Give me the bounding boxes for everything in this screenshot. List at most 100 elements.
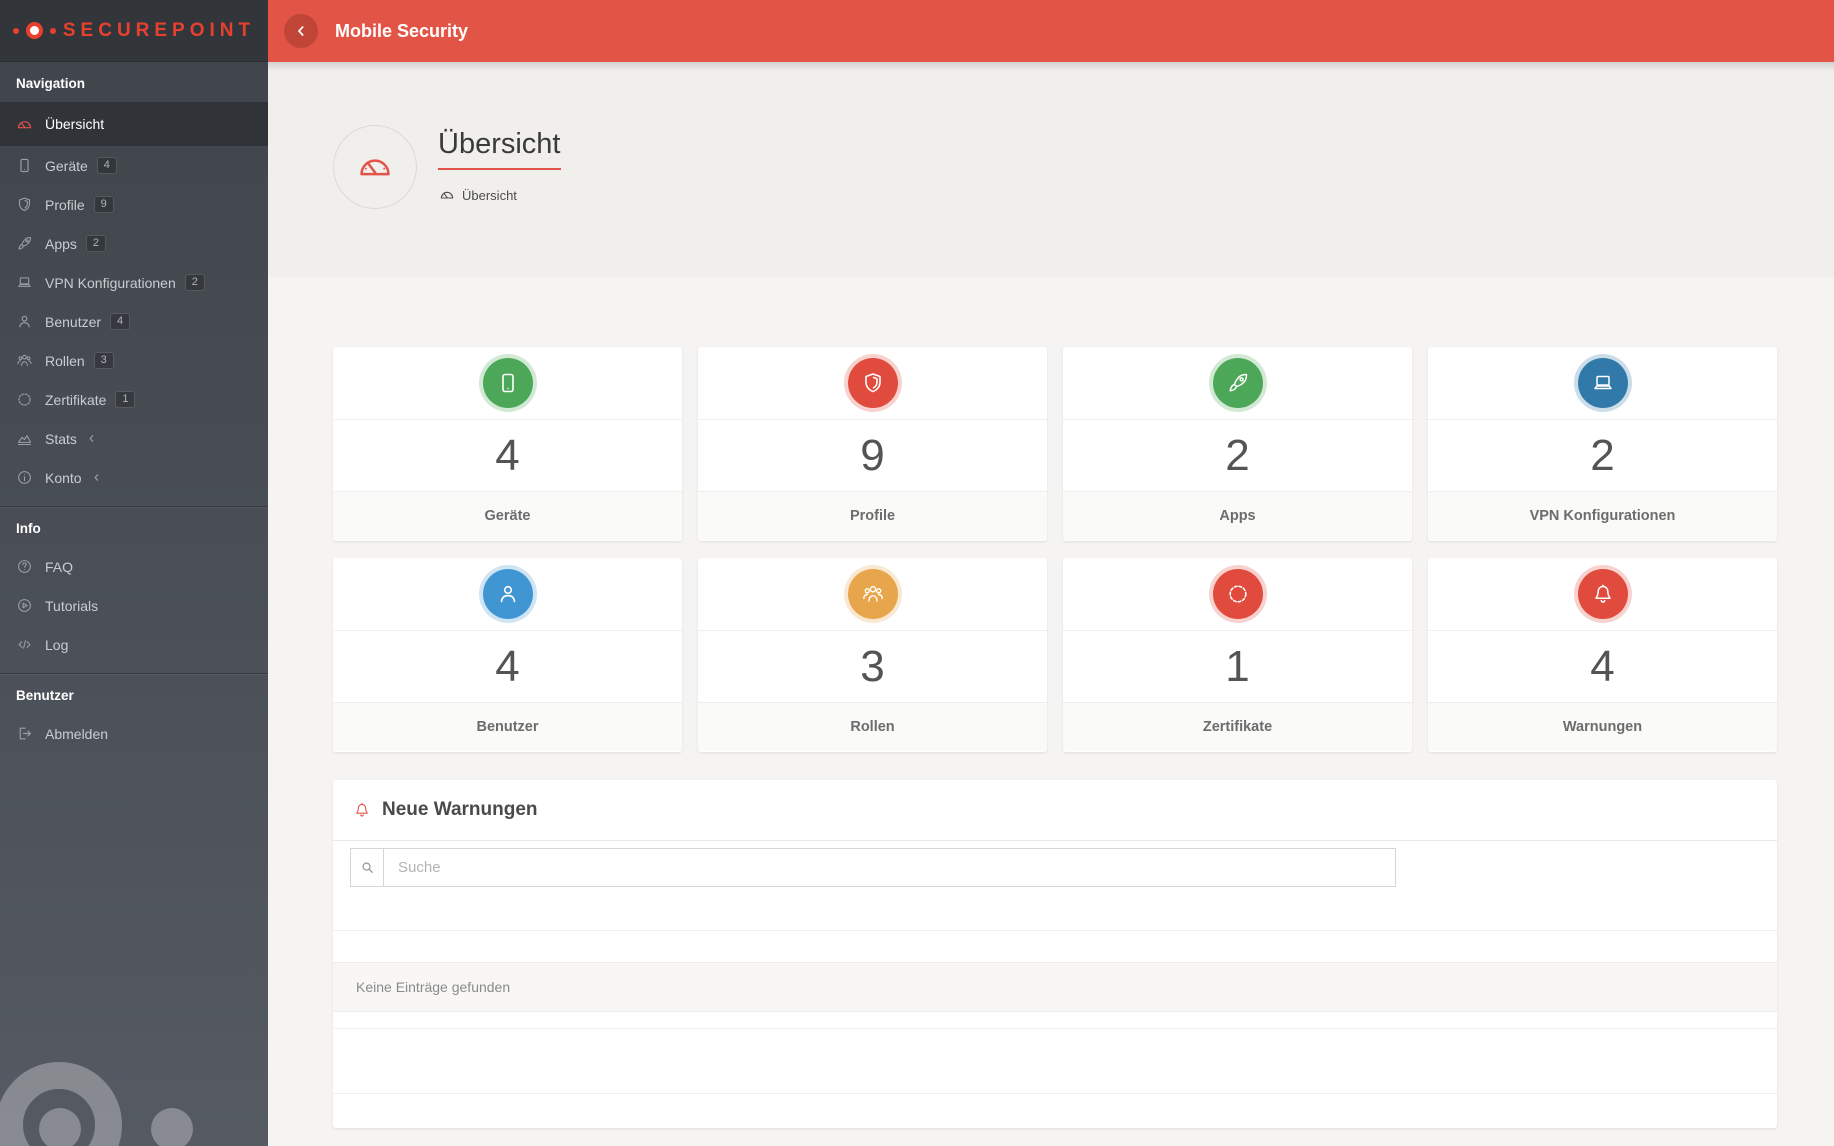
app-logo[interactable]: SECUREPOINT	[0, 0, 268, 62]
sidebar-item-faq[interactable]: FAQ	[0, 547, 268, 586]
count-badge: 9	[93, 196, 114, 213]
empty-state-row: Keine Einträge gefunden	[333, 962, 1777, 1012]
securepoint-watermark-dot-icon	[151, 1108, 193, 1146]
table-divider	[333, 1028, 1777, 1029]
group-icon	[847, 569, 898, 619]
sidebar-item-label: FAQ	[45, 558, 74, 575]
stat-card-warnungen[interactable]: 4 Warnungen	[1428, 558, 1777, 752]
sidebar-item-geraete[interactable]: Geräte 4	[0, 146, 268, 185]
sidebar-item-log[interactable]: Log	[0, 625, 268, 664]
sidebar-item-label: Log	[45, 636, 69, 653]
sidebar-item-rollen[interactable]: Rollen 3	[0, 341, 268, 380]
sidebar-item-label: Benutzer	[45, 313, 102, 330]
bell-icon	[1577, 569, 1628, 619]
code-icon	[16, 636, 33, 653]
logo-o-icon	[25, 22, 43, 39]
stat-value: 4	[495, 430, 520, 480]
stat-label: Rollen	[698, 702, 1047, 751]
stat-value: 2	[1590, 430, 1615, 480]
chevron-left-icon	[86, 433, 97, 444]
stat-card-vpn-konfigurationen[interactable]: 2 VPN Konfigurationen	[1428, 347, 1777, 541]
search-icon	[350, 848, 384, 887]
logo-dot-right-icon	[49, 27, 56, 34]
sidebar-item-abmelden[interactable]: Abmelden	[0, 714, 268, 753]
stat-label: Geräte	[333, 491, 682, 540]
nav-section-benutzer: Benutzer	[16, 688, 74, 703]
gauge-icon	[16, 116, 33, 133]
sidebar-item-label: Geräte	[45, 157, 88, 174]
stat-value: 9	[860, 430, 885, 480]
phone-icon	[482, 358, 533, 408]
page-title: Übersicht	[438, 128, 561, 170]
logout-icon	[16, 725, 33, 742]
search-input[interactable]	[384, 848, 1396, 887]
chevron-left-icon	[293, 23, 309, 39]
breadcrumb[interactable]: Übersicht	[439, 187, 517, 203]
sidebar-item-label: Zertifikate	[45, 391, 107, 408]
shield-icon	[847, 358, 898, 408]
question-icon	[16, 558, 33, 575]
back-button[interactable]	[284, 14, 318, 48]
seal-icon	[1212, 569, 1263, 619]
sidebar-item-label: Übersicht	[45, 116, 105, 132]
top-header-bar: Mobile Security	[268, 0, 1834, 62]
count-badge: 3	[93, 352, 114, 369]
shield-icon	[16, 196, 33, 213]
hero-top-shadow	[268, 62, 1834, 71]
sidebar-item-vpn-konfigurationen[interactable]: VPN Konfigurationen 2	[0, 263, 268, 302]
sidebar-item-label: Apps	[45, 235, 77, 252]
stat-label: Profile	[698, 491, 1047, 540]
laptop-icon	[16, 274, 33, 291]
seal-icon	[16, 391, 33, 408]
sidebar-item-label: Profile	[45, 196, 85, 213]
new-warnings-panel: Neue Warnungen Keine Einträge gefunden	[333, 780, 1777, 1128]
stat-cards-grid: 4 Geräte 9 Profile 2 Apps 2 VPN Konfigur…	[333, 347, 1777, 752]
person-icon	[16, 313, 33, 330]
sidebar-item-label: Tutorials	[45, 597, 99, 614]
sidebar-item-apps[interactable]: Apps 2	[0, 224, 268, 263]
group-icon	[16, 352, 33, 369]
sidebar-item-konto[interactable]: Konto	[0, 458, 268, 497]
rocket-icon	[16, 235, 33, 252]
stat-card-benutzer[interactable]: 4 Benutzer	[333, 558, 682, 752]
gauge-icon	[439, 187, 455, 203]
count-badge: 4	[96, 157, 117, 174]
stat-value: 1	[1225, 641, 1250, 691]
stat-card-geraete[interactable]: 4 Geräte	[333, 347, 682, 541]
count-badge: 1	[115, 391, 136, 408]
stat-card-apps[interactable]: 2 Apps	[1063, 347, 1412, 541]
nav-section-navigation: Navigation	[16, 76, 86, 91]
info-icon	[16, 469, 33, 486]
stat-value: 4	[1590, 641, 1615, 691]
chevron-left-icon	[91, 472, 102, 483]
table-divider	[333, 1093, 1777, 1094]
breadcrumb-label: Übersicht	[462, 187, 517, 203]
nav-section-info: Info	[16, 521, 41, 536]
page-header-title: Mobile Security	[335, 20, 469, 41]
hero-gauge-avatar	[333, 125, 417, 209]
stat-label: Apps	[1063, 491, 1412, 540]
stat-value: 3	[860, 641, 885, 691]
rocket-icon	[1212, 358, 1263, 408]
chart-icon	[16, 430, 33, 447]
sidebar-item-tutorials[interactable]: Tutorials	[0, 586, 268, 625]
play-circle-icon	[16, 597, 33, 614]
sidebar-item-stats[interactable]: Stats	[0, 419, 268, 458]
stat-card-zertifikate[interactable]: 1 Zertifikate	[1063, 558, 1412, 752]
sidebar-item-benutzer[interactable]: Benutzer 4	[0, 302, 268, 341]
stat-card-profile[interactable]: 9 Profile	[698, 347, 1047, 541]
sidebar-item-profile[interactable]: Profile 9	[0, 185, 268, 224]
logo-text: SECUREPOINT	[62, 19, 256, 41]
sidebar: SECUREPOINT Navigation Übersicht Geräte …	[0, 0, 268, 1146]
sidebar-item-zertifikate[interactable]: Zertifikate 1	[0, 380, 268, 419]
person-icon	[482, 569, 533, 619]
stat-card-rollen[interactable]: 3 Rollen	[698, 558, 1047, 752]
content-area: 4 Geräte 9 Profile 2 Apps 2 VPN Konfigur…	[333, 277, 1777, 1128]
sidebar-item-uebersicht[interactable]: Übersicht	[0, 102, 268, 146]
sidebar-item-label: VPN Konfigurationen	[45, 274, 176, 291]
count-badge: 2	[184, 274, 205, 291]
hero-section: Übersicht Übersicht	[268, 62, 1834, 277]
count-badge: 2	[85, 235, 106, 252]
sidebar-item-label: Abmelden	[45, 725, 109, 742]
panel-header: Neue Warnungen	[333, 780, 1777, 841]
